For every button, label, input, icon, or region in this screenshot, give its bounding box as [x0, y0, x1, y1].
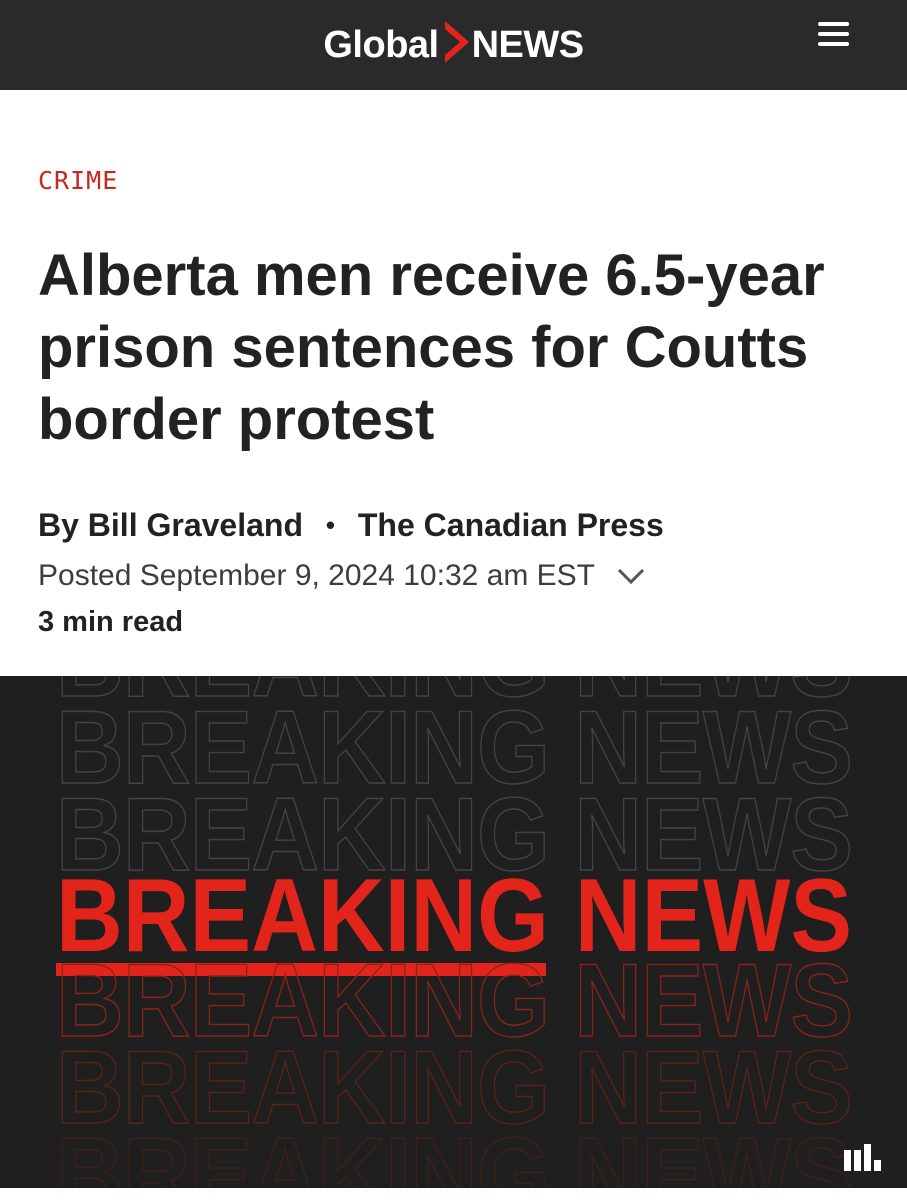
global-news-logo[interactable]: Global NEWS [0, 21, 907, 68]
media-bars-icon[interactable] [843, 1142, 889, 1172]
site-header: Global NEWS [0, 0, 907, 90]
logo-word-global: Global [323, 23, 439, 66]
outline-text-row: BREAKING NEWS [56, 1117, 852, 1188]
byline-separator: • [325, 510, 335, 540]
breaking-news-graphic: .outline { font-family: "Liberation Sans… [55, 676, 853, 1188]
author-link[interactable]: Bill Graveland [88, 507, 303, 543]
chevron-down-icon[interactable] [617, 567, 645, 585]
source-link[interactable]: The Canadian Press [358, 507, 664, 543]
hamburger-menu-icon[interactable] [814, 20, 854, 50]
read-time: 3 min read [38, 606, 184, 638]
logo-word-news: NEWS [471, 23, 585, 66]
article-headline: Alberta men receive 6.5-year prison sent… [38, 243, 825, 452]
logo-chevron-icon [444, 21, 469, 63]
posted-date: Posted September 9, 2024 10:32 am EST [38, 559, 645, 593]
byline: By Bill Graveland • The Canadian Press [38, 507, 664, 544]
posted-date-text: Posted September 9, 2024 10:32 am EST [38, 559, 596, 592]
category-link[interactable]: CRIME [38, 166, 118, 195]
hero-image[interactable]: .outline { font-family: "Liberation Sans… [0, 676, 907, 1188]
byline-prefix: By [38, 507, 79, 543]
